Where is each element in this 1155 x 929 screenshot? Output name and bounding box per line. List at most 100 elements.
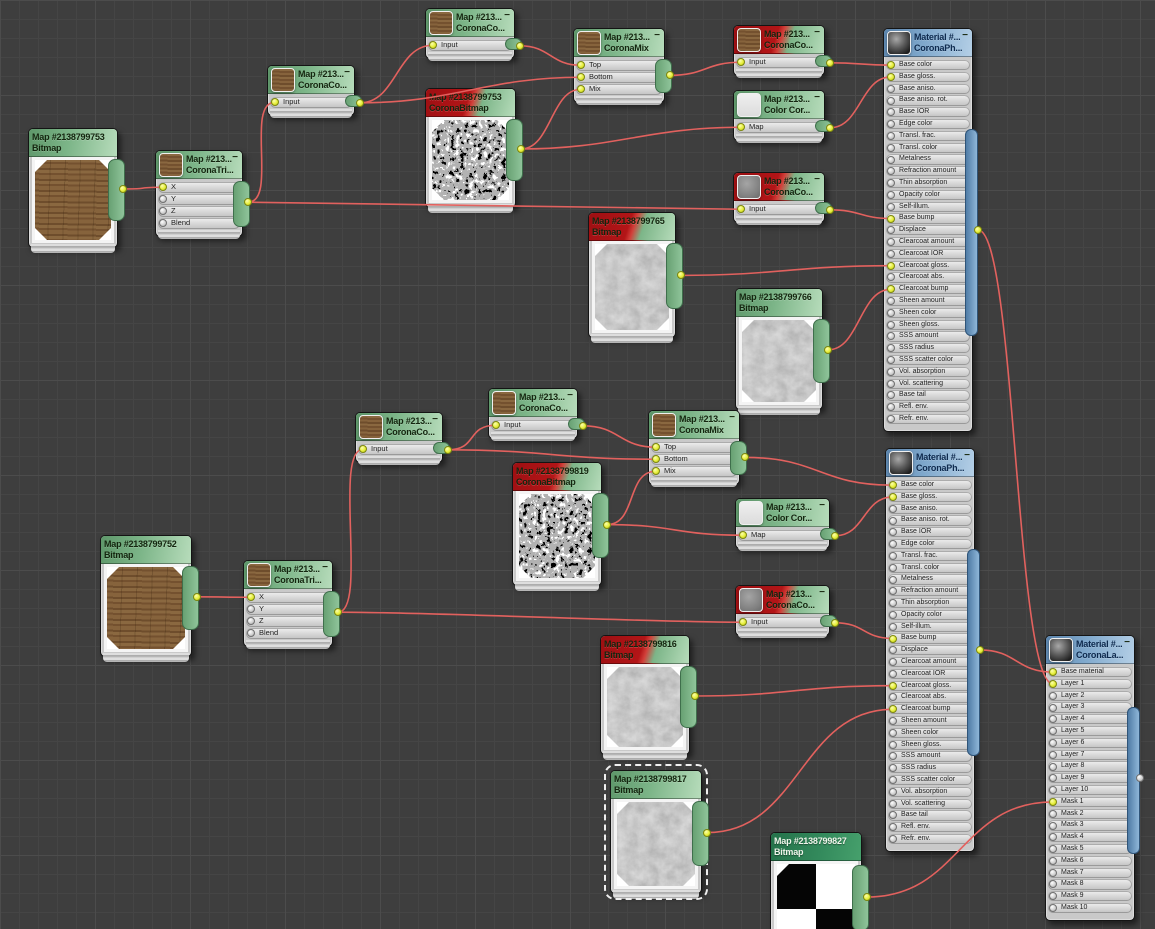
node-ccRed2[interactable]: Map #213... CoronaCo... − Input xyxy=(733,172,834,225)
output-socket[interactable] xyxy=(826,205,834,214)
node-mat1[interactable]: Material #... CoronaPh... − Base color Base … xyxy=(883,28,982,432)
output-socket[interactable] xyxy=(831,531,839,540)
input-socket[interactable] xyxy=(889,740,897,749)
input-socket[interactable] xyxy=(887,214,895,223)
collapse-icon[interactable]: − xyxy=(654,30,660,41)
input-socket[interactable] xyxy=(1049,868,1057,877)
output-socket[interactable] xyxy=(244,198,252,207)
node-header[interactable]: Material #... CoronaPh... − xyxy=(884,29,972,57)
node-header[interactable]: Map #213... CoronaCo... − xyxy=(734,173,824,201)
node-header[interactable]: Map #2138799827 Bitmap xyxy=(771,833,861,861)
node-header[interactable]: Map #2138799765 Bitmap xyxy=(589,213,675,241)
input-socket[interactable] xyxy=(887,155,895,164)
collapse-icon[interactable]: − xyxy=(814,27,820,38)
input-socket[interactable] xyxy=(889,799,897,808)
input-socket[interactable] xyxy=(887,202,895,211)
input-socket[interactable] xyxy=(1049,821,1057,830)
node-bmp765[interactable]: Map #2138799765 Bitmap xyxy=(588,212,685,343)
node-header[interactable]: Map #2138799819 CoronaBitmap xyxy=(513,463,601,491)
input-socket[interactable] xyxy=(887,308,895,317)
node-cc1[interactable]: Map #213... CoronaCo... − Input xyxy=(267,65,364,118)
node-matL[interactable]: Material #... CoronaLa... − Base material La… xyxy=(1045,635,1144,921)
node-ccRed1[interactable]: Map #213... CoronaCo... − Input xyxy=(733,25,834,78)
node-header[interactable]: Map #213... CoronaCo... − xyxy=(489,389,577,417)
input-socket[interactable] xyxy=(1049,750,1057,759)
output-socket[interactable] xyxy=(826,58,834,67)
node-header[interactable]: Map #213... CoronaTri... − xyxy=(244,561,332,589)
input-socket[interactable] xyxy=(1049,809,1057,818)
node-bmp827[interactable]: Map #2138799827 Bitmap xyxy=(770,832,871,929)
collapse-icon[interactable]: − xyxy=(819,587,825,598)
node-graph-canvas[interactable]: Map #2138799753 Bitmap Map #213... CoronaTr… xyxy=(0,0,1155,929)
output-socket[interactable] xyxy=(976,645,984,654)
output-socket[interactable] xyxy=(691,692,699,700)
collapse-icon[interactable]: − xyxy=(322,562,328,573)
input-socket[interactable] xyxy=(887,356,895,365)
node-header[interactable]: Map #213... CoronaTri... − xyxy=(156,151,242,179)
collapse-icon[interactable]: − xyxy=(432,414,438,425)
node-header[interactable]: Map #213... CoronaMix − xyxy=(574,29,664,57)
input-socket[interactable] xyxy=(887,131,895,140)
input-socket[interactable] xyxy=(887,367,895,376)
output-socket[interactable] xyxy=(831,618,839,627)
node-colorCor2[interactable]: Map #213... Color Cor... − Map xyxy=(735,498,839,551)
input-socket[interactable] xyxy=(887,415,895,424)
input-socket[interactable] xyxy=(1049,703,1057,712)
node-header[interactable]: Map #2138799817 Bitmap xyxy=(611,771,701,799)
node-cc4[interactable]: Map #213... CoronaCo... − Input xyxy=(488,388,587,441)
node-header[interactable]: Map #213... Color Cor... − xyxy=(736,499,829,527)
node-bitmap752[interactable]: Map #2138799752 Bitmap xyxy=(100,535,201,662)
input-socket[interactable] xyxy=(889,787,897,796)
node-bitmap753[interactable]: Map #2138799753 Bitmap xyxy=(28,128,127,253)
node-header[interactable]: Map #2138799753 Bitmap xyxy=(29,129,117,157)
input-socket[interactable] xyxy=(1049,679,1057,688)
input-socket[interactable] xyxy=(887,72,895,81)
output-socket[interactable] xyxy=(703,828,711,837)
output-socket[interactable] xyxy=(1136,773,1144,782)
output-socket[interactable] xyxy=(517,145,525,153)
node-colorCor1[interactable]: Map #213... Color Cor... − Map xyxy=(733,90,834,143)
node-header[interactable]: Map #213... CoronaMix − xyxy=(649,411,739,439)
node-tri1[interactable]: Map #213... CoronaTri... − X Y Z Blend xyxy=(155,150,252,239)
collapse-icon[interactable]: − xyxy=(1124,637,1130,648)
input-socket[interactable] xyxy=(889,551,897,560)
collapse-icon[interactable]: − xyxy=(729,412,735,423)
node-header[interactable]: Map #2138799766 Bitmap xyxy=(736,289,822,317)
input-socket[interactable] xyxy=(889,492,897,501)
input-socket[interactable] xyxy=(889,634,897,643)
collapse-icon[interactable]: − xyxy=(344,67,350,78)
node-bmp817[interactable]: Map #2138799817 Bitmap xyxy=(604,764,711,900)
node-header[interactable]: Material #... CoronaPh... − xyxy=(886,449,974,477)
collapse-icon[interactable]: − xyxy=(962,30,968,41)
input-socket[interactable] xyxy=(889,669,897,678)
input-socket[interactable] xyxy=(887,190,895,199)
input-socket[interactable] xyxy=(887,84,895,93)
output-socket[interactable] xyxy=(677,271,685,280)
node-cc3[interactable]: Map #213... CoronaCo... − Input xyxy=(355,412,452,465)
input-socket[interactable] xyxy=(887,96,895,105)
input-socket[interactable] xyxy=(889,776,897,785)
input-socket[interactable] xyxy=(887,320,895,329)
node-mat2[interactable]: Material #... CoronaPh... − Base color Base … xyxy=(885,448,984,852)
input-socket[interactable] xyxy=(1049,856,1057,865)
output-socket[interactable] xyxy=(974,225,982,234)
node-mix1[interactable]: Map #213... CoronaMix − Top Bottom Mix xyxy=(573,28,674,105)
node-header[interactable]: Map #2138799753 CoronaBitmap xyxy=(426,89,515,117)
input-socket[interactable] xyxy=(889,516,897,525)
node-header[interactable]: Map #213... CoronaCo... − xyxy=(268,66,354,94)
output-socket[interactable] xyxy=(863,893,871,901)
node-header[interactable]: Material #... CoronaLa... − xyxy=(1046,636,1134,664)
output-socket[interactable] xyxy=(444,445,452,454)
input-socket[interactable] xyxy=(887,143,895,152)
input-socket[interactable] xyxy=(887,249,895,258)
output-socket[interactable] xyxy=(119,185,127,193)
input-socket[interactable] xyxy=(887,379,895,388)
node-cbmp753[interactable]: Map #2138799753 CoronaBitmap xyxy=(425,88,525,213)
input-socket[interactable] xyxy=(1049,797,1057,806)
collapse-icon[interactable]: − xyxy=(567,390,573,401)
output-socket[interactable] xyxy=(741,453,749,462)
output-socket[interactable] xyxy=(356,98,364,107)
output-socket[interactable] xyxy=(826,123,834,132)
node-tri2[interactable]: Map #213... CoronaTri... − X Y Z Blend xyxy=(243,560,342,649)
node-header[interactable]: Map #213... CoronaCo... − xyxy=(734,26,824,54)
